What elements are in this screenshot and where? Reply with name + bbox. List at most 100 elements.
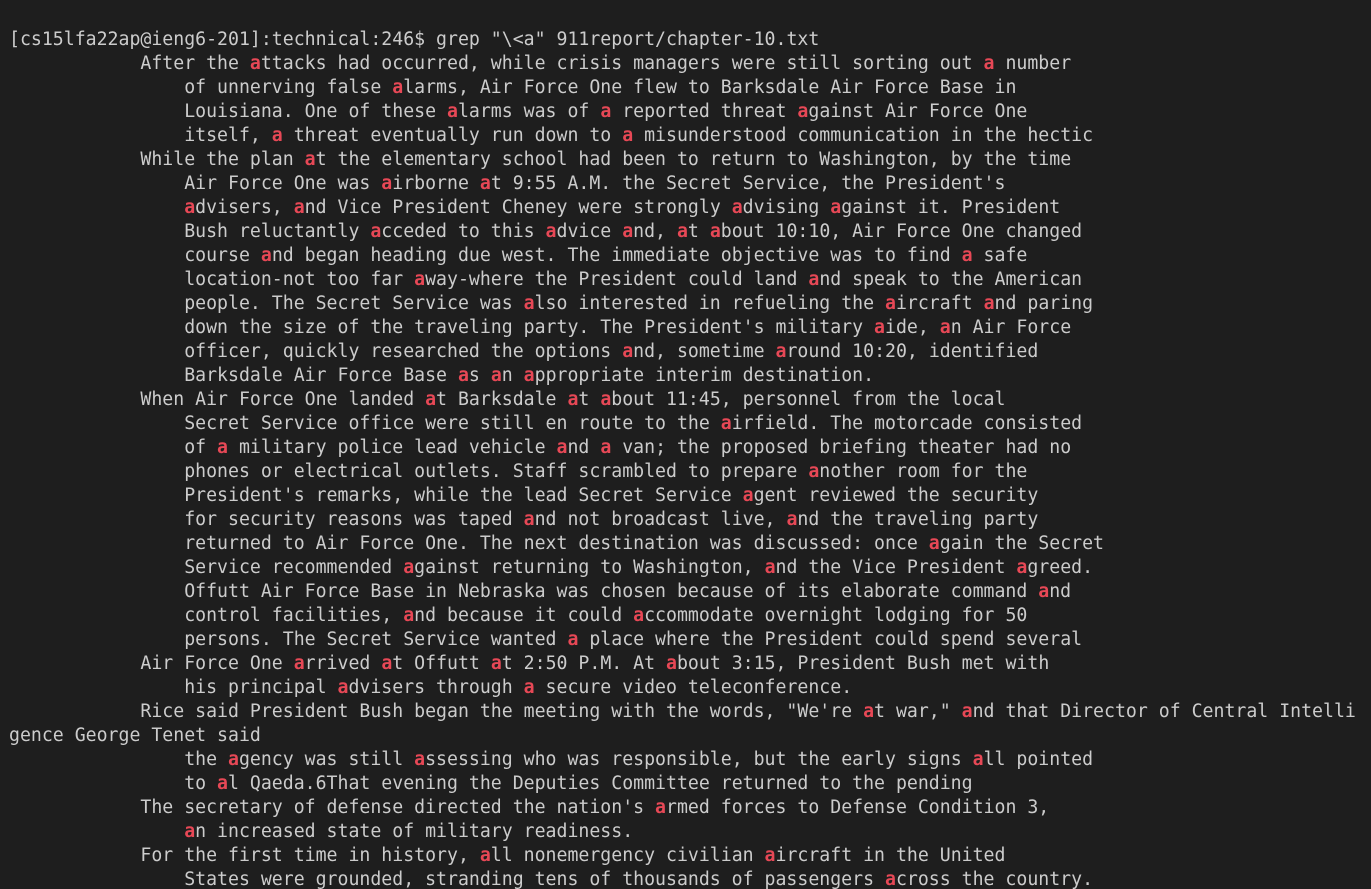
grep-match: a (556, 437, 568, 458)
grep-match: a (961, 245, 973, 266)
output-line: Barksdale Air Force Base as an appropria… (9, 365, 875, 386)
output-line: phones or electrical outlets. Staff scra… (9, 461, 1028, 482)
output-line: Offutt Air Force Base in Nebraska was ch… (9, 581, 1072, 602)
grep-match: a (304, 149, 316, 170)
output-line: States were grounded, stranding tens of … (9, 869, 1094, 889)
grep-match: a (217, 437, 228, 458)
grep-match: a (731, 197, 743, 218)
grep-match: a (928, 533, 940, 554)
grep-match: a (271, 125, 283, 146)
output-line: Service recommended against returning to… (9, 557, 1094, 578)
grep-match: a (414, 749, 426, 770)
grep-match: a (490, 653, 502, 674)
output-line: persons. The Secret Service wanted a pla… (9, 629, 1083, 650)
grep-match: a (808, 269, 820, 290)
grep-match: a (884, 869, 896, 889)
output-line: returned to Air Force One. The next dest… (9, 533, 1104, 554)
grep-match: a (447, 101, 458, 122)
grep-match: a (972, 749, 984, 770)
command-line: [cs15lfa22ap@ieng6-201]:technical:246$ g… (9, 28, 1356, 52)
grep-match: a (633, 605, 645, 626)
grep-match: a (742, 485, 754, 506)
grep-match: a (293, 653, 305, 674)
output-line: to al Qaeda.6That evening the Deputies C… (9, 773, 973, 794)
output-line: people. The Secret Service was also inte… (9, 293, 1094, 314)
grep-match: a (425, 389, 437, 410)
grep-match: a (808, 461, 820, 482)
grep-match: a (381, 653, 393, 674)
output-line: his principal advisers through a secure … (9, 677, 853, 698)
grep-match: a (403, 557, 415, 578)
grep-match: a (370, 221, 382, 242)
grep-match: a (479, 173, 491, 194)
grep-match: a (786, 509, 798, 530)
grep-match: a (479, 845, 491, 866)
grep-match: a (600, 101, 612, 122)
grep-match: a (523, 509, 535, 530)
grep-match: a (622, 341, 634, 362)
grep-match: a (381, 173, 393, 194)
terminal-output: [cs15lfa22ap@ieng6-201]:technical:246$ g… (9, 28, 1356, 889)
output-line: The secretary of defense directed the na… (9, 797, 1050, 818)
grep-match: a (600, 437, 612, 458)
output-line: down the size of the traveling party. Th… (9, 317, 1072, 338)
output-line: For the first time in history, all nonem… (9, 845, 1006, 866)
output-line: Air Force One arrived at Offutt at 2:50 … (9, 653, 1050, 674)
grep-match: a (655, 797, 666, 818)
output-line: of unnerving false alarms, Air Force One… (9, 77, 1017, 98)
output-line: While the plan at the elementary school … (9, 149, 1072, 170)
output-line: Bush reluctantly acceded to this advice … (9, 221, 1083, 242)
grep-match: a (775, 341, 787, 362)
output-line: Rice said President Bush began the meeti… (9, 701, 1356, 722)
grep-match: a (523, 677, 535, 698)
grep-match: a (764, 845, 776, 866)
grep-match: a (666, 653, 677, 674)
output-line: President's remarks, while the lead Secr… (9, 485, 1039, 506)
output-line: When Air Force One landed at Barksdale a… (9, 389, 1006, 410)
grep-match: a (830, 197, 842, 218)
grep-match: a (983, 293, 995, 314)
grep-match: a (600, 389, 612, 410)
grep-match: a (885, 293, 896, 314)
output-line: Louisiana. One of these alarms was of a … (9, 101, 1028, 122)
grep-match: a (490, 365, 502, 386)
output-line: officer, quickly researched the options … (9, 341, 1039, 362)
output-line: for security reasons was taped and not b… (9, 509, 1039, 530)
grep-match: a (720, 413, 732, 434)
grep-match: a (337, 677, 349, 698)
terminal-window[interactable]: [cs15lfa22ap@ieng6-201]:technical:246$ g… (0, 0, 1371, 889)
grep-match: a (764, 557, 776, 578)
grep-match: a (1038, 581, 1050, 602)
grep-match: a (863, 701, 875, 722)
output-line: course and began heading due west. The i… (9, 245, 1028, 266)
grep-match: a (249, 53, 261, 74)
grep-match: a (217, 773, 228, 794)
grep-match: a (983, 53, 995, 74)
grep-match: a (403, 605, 415, 626)
grep-match: a (709, 221, 721, 242)
grep-match: a (392, 77, 404, 98)
output-line: gence George Tenet said (9, 725, 261, 746)
grep-match: a (797, 101, 809, 122)
grep-match: a (1016, 557, 1028, 578)
grep-match: a (184, 821, 196, 842)
output-line: Air Force One was airborne at 9:55 A.M. … (9, 173, 1006, 194)
output-line: of a military police lead vehicle and a … (9, 437, 1072, 458)
shell-prompt: [cs15lfa22ap@ieng6-201]:technical:246$ (9, 29, 426, 50)
grep-match: a (228, 749, 239, 770)
grep-match: a (260, 245, 272, 266)
grep-match: a (622, 221, 634, 242)
grep-match: a (523, 365, 535, 386)
grep-match: a (874, 317, 885, 338)
grep-match: a (939, 317, 951, 338)
grep-match: a (622, 125, 634, 146)
output-line: the agency was still assessing who was r… (9, 749, 1094, 770)
output-line: Secret Service office were still en rout… (9, 413, 1083, 434)
shell-command: grep "\<a" 911report/chapter-10.txt (436, 29, 820, 50)
grep-match: a (293, 197, 305, 218)
output-line: advisers, and Vice President Cheney were… (184, 197, 1061, 218)
grep-match: a (414, 269, 426, 290)
grep-match: a (523, 293, 535, 314)
grep-match: a (961, 701, 973, 722)
output-line: itself, a threat eventually run down to … (9, 125, 1094, 146)
